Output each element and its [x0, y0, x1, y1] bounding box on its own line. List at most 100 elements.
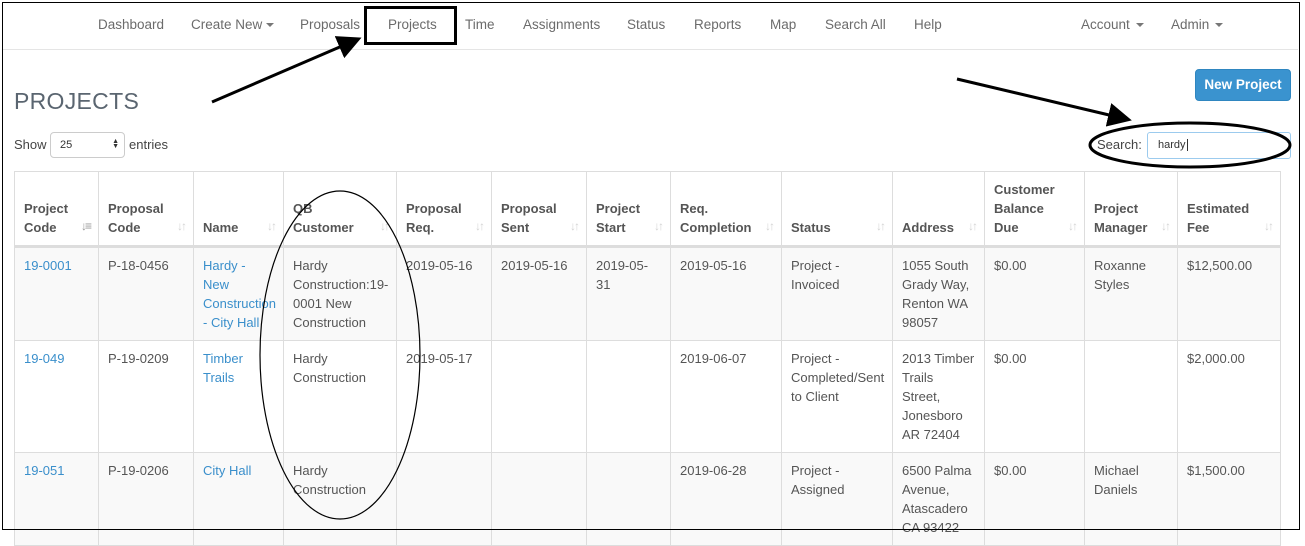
column-header-balance-due[interactable]: Customer Balance Due ↓↑ — [984, 171, 1085, 248]
project-code-link[interactable]: 19-049 — [24, 351, 64, 366]
column-header-proposal-code[interactable]: Proposal Code ↓↑ — [98, 171, 194, 248]
annotation-highlight-box — [364, 6, 457, 45]
sort-icon[interactable]: ↓↑ — [1264, 217, 1274, 236]
nav-dashboard[interactable]: Dashboard — [98, 17, 164, 32]
cell-address: 2013 Timber Trails Street, Jonesboro AR … — [892, 340, 985, 453]
cell-status: Project - Invoiced — [781, 246, 893, 341]
column-header-label: Proposal — [501, 201, 557, 216]
cell-proposal-code: P-19-0206 — [98, 452, 194, 546]
project-code-link[interactable]: 19-0001 — [24, 258, 72, 273]
cell-project-start — [586, 340, 671, 453]
cell-address: 6500 Palma Avenue, Atascadero CA 93422 — [892, 452, 985, 546]
top-navbar: Dashboard Create New Proposals Projects … — [3, 3, 1298, 50]
cell-name: Hardy - New Construction - City Hall — [193, 246, 284, 341]
nav-admin[interactable]: Admin — [1171, 17, 1224, 32]
column-header-label: Proposal — [406, 201, 462, 216]
cell-project-manager — [1084, 340, 1178, 453]
cell-qb-customer: Hardy Construction:19-0001 New Construct… — [283, 246, 397, 341]
cell-balance-due: $0.00 — [984, 452, 1085, 546]
sort-icon[interactable]: ↓↑ — [1068, 217, 1078, 236]
page-length-value: 25 — [60, 139, 73, 151]
caret-down-icon — [266, 23, 275, 28]
column-header-qb-customer[interactable]: QB Customer ↓↑ — [283, 171, 397, 248]
nav-proposals[interactable]: Proposals — [300, 17, 360, 32]
cell-estimated-fee: $2,000.00 — [1177, 340, 1281, 453]
nav-create-new[interactable]: Create New — [191, 17, 275, 32]
cell-project-code: 19-0001 — [14, 246, 99, 341]
sort-icon[interactable]: ↓↑ — [380, 217, 390, 236]
column-header-estimated-fee[interactable]: Estimated Fee ↓↑ — [1177, 171, 1281, 248]
nav-account[interactable]: Account — [1081, 17, 1144, 32]
column-header-label: Completion — [680, 220, 752, 235]
sort-icon[interactable]: ↓↑ — [876, 217, 886, 236]
sort-icon[interactable]: ↓↑ — [475, 217, 485, 236]
cell-proposal-req: 2019-05-17 — [396, 340, 492, 453]
column-header-label: Req. — [680, 201, 709, 216]
nav-search-all[interactable]: Search All — [825, 17, 886, 32]
column-header-project-start[interactable]: Project Start ↓↑ — [586, 171, 671, 248]
column-header-status[interactable]: Status ↓↑ — [781, 171, 893, 248]
column-header-label: QB — [293, 201, 313, 216]
column-header-label: Sent — [501, 220, 530, 235]
table-row: 19-0001 P-18-0456 Hardy - New Construction… — [14, 246, 1281, 341]
table-row: 19-049 P-19-0209 Timber Trails Hardy Constr… — [14, 340, 1281, 453]
table-body: 19-0001 P-18-0456 Hardy - New Construction… — [14, 246, 1281, 546]
cell-req-completion: 2019-06-07 — [670, 340, 782, 453]
search-input[interactable]: hardy​ — [1147, 132, 1291, 159]
cell-proposal-req: 2019-05-16 — [396, 246, 492, 341]
column-header-req-completion[interactable]: Req. Completion ↓↑ — [670, 171, 782, 248]
column-header-label: Balance — [994, 201, 1044, 216]
column-header-label: Customer — [293, 220, 354, 235]
nav-create-new-label: Create New — [191, 17, 263, 32]
column-header-project-code[interactable]: Project Code ↓≡ — [14, 171, 99, 248]
cell-project-start — [586, 452, 671, 546]
nav-status[interactable]: Status — [627, 17, 665, 32]
page-title: PROJECTS — [14, 88, 140, 114]
cell-balance-due: $0.00 — [984, 340, 1085, 453]
new-project-button[interactable]: New Project — [1195, 69, 1291, 101]
column-header-label: Code — [24, 220, 57, 235]
project-name-link[interactable]: Timber Trails — [203, 351, 243, 385]
cell-name: Timber Trails — [193, 340, 284, 453]
cell-proposal-sent — [491, 452, 587, 546]
column-header-label: Status — [791, 220, 831, 235]
column-header-label: Req. — [406, 220, 435, 235]
nav-time[interactable]: Time — [465, 17, 495, 32]
sort-icon[interactable]: ↓↑ — [570, 217, 580, 236]
nav-assignments[interactable]: Assignments — [523, 17, 600, 32]
cell-project-code: 19-049 — [14, 340, 99, 453]
table-row: 19-051 P-19-0206 City Hall Hardy Constructi… — [14, 452, 1281, 546]
column-header-project-manager[interactable]: Project Manager ↓↑ — [1084, 171, 1178, 248]
nav-reports[interactable]: Reports — [694, 17, 741, 32]
project-code-link[interactable]: 19-051 — [24, 463, 64, 478]
project-name-link[interactable]: Hardy - New Construction - City Hall — [203, 258, 276, 330]
column-header-proposal-sent[interactable]: Proposal Sent ↓↑ — [491, 171, 587, 248]
column-header-label: Fee — [1187, 220, 1210, 235]
cell-req-completion: 2019-06-28 — [670, 452, 782, 546]
project-name-link[interactable]: City Hall — [203, 463, 251, 478]
cell-proposal-code: P-19-0209 — [98, 340, 194, 453]
sort-icon[interactable]: ↓↑ — [654, 217, 664, 236]
column-header-label: Start — [596, 220, 626, 235]
cell-balance-due: $0.00 — [984, 246, 1085, 341]
column-header-label: Customer — [994, 182, 1055, 197]
caret-down-icon — [1215, 23, 1224, 28]
column-header-label: Project — [596, 201, 641, 216]
sort-icon[interactable]: ↓↑ — [177, 217, 187, 236]
column-header-label: Name — [203, 220, 239, 235]
sort-icon[interactable]: ↓↑ — [1161, 217, 1171, 236]
nav-help[interactable]: Help — [914, 17, 942, 32]
column-header-address[interactable]: Address ↓↑ — [892, 171, 985, 248]
entries-label: entries — [129, 137, 169, 152]
sort-icon[interactable]: ↓↑ — [765, 217, 775, 236]
sort-ascending-icon[interactable]: ↓≡ — [81, 217, 92, 236]
page-length-select[interactable]: 25 ▲ ▼ — [50, 132, 125, 158]
column-header-name[interactable]: Name ↓↑ — [193, 171, 284, 248]
nav-map[interactable]: Map — [770, 17, 796, 32]
cell-proposal-code: P-18-0456 — [98, 246, 194, 341]
cell-name: City Hall — [193, 452, 284, 546]
cell-req-completion: 2019-05-16 — [670, 246, 782, 341]
sort-icon[interactable]: ↓↑ — [267, 217, 277, 236]
sort-icon[interactable]: ↓↑ — [968, 217, 978, 236]
column-header-proposal-req[interactable]: Proposal Req. ↓↑ — [396, 171, 492, 248]
